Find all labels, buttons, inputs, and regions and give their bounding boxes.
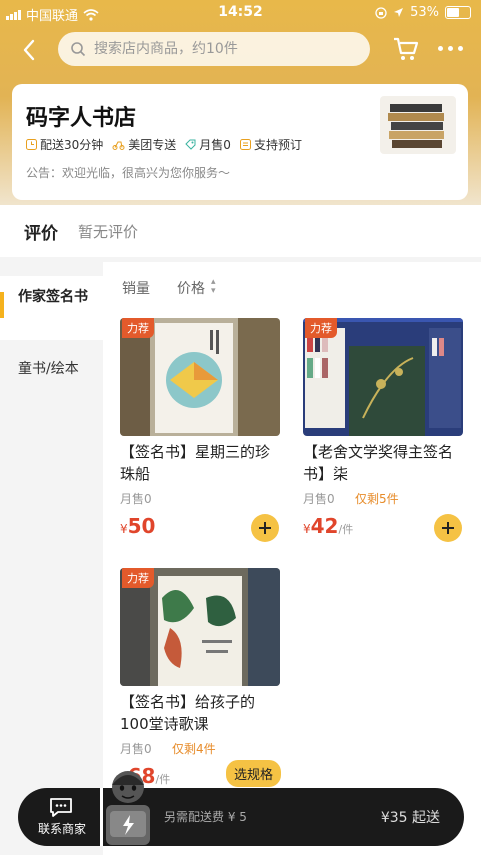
recommend-badge: 力荐 (305, 318, 337, 338)
store-tag: 月售0 (185, 136, 231, 153)
select-spec-button[interactable]: 选规格 (226, 760, 282, 787)
store-logo (380, 96, 456, 154)
contact-label: 联系商家 (37, 822, 86, 836)
store-info-card: 码字人书店 配送30分钟 美团专送 月售0 支持预订 公告：欢迎光临，很高兴为您… (12, 84, 468, 200)
product-card[interactable]: 力荐 【老舍文学奖得主签名书】柒 月售0 仅剩5件 ¥42/件 (303, 318, 463, 568)
more-menu-icon[interactable] (438, 46, 463, 51)
delivery-rider-icon (112, 141, 125, 150)
add-to-cart-button[interactable] (251, 514, 279, 542)
sort-arrows-icon: ▴ ▾ (211, 277, 216, 296)
delivery-fee: 另需配送费 ¥ 5 (164, 810, 247, 824)
search-bar[interactable] (58, 32, 370, 66)
monthly-sales: 月售0 (120, 492, 152, 506)
reviews-status: 暂无评价 (78, 223, 139, 241)
product-image: 力荐 (120, 318, 280, 436)
battery-icon (445, 6, 471, 19)
product-image: 力荐 (120, 568, 280, 686)
category-label: 童书/绘本 (18, 361, 79, 377)
recommend-badge: 力荐 (122, 318, 154, 338)
status-bar: 中国联通 14:52 53% (0, 0, 481, 26)
sort-bar: 销量 价格 ▴ ▾ (103, 272, 481, 302)
active-indicator (0, 292, 4, 318)
location-arrow-icon (394, 8, 404, 17)
store-name: 码字人书店 (26, 106, 137, 131)
store-tags: 配送30分钟 美团专送 月售0 支持预订 (26, 136, 302, 153)
back-arrow-icon[interactable] (18, 36, 42, 64)
sort-by-price[interactable]: 价格 (177, 278, 205, 298)
clock-icon (26, 139, 37, 150)
reservation-icon (239, 139, 251, 150)
product-image: 力荐 (303, 318, 463, 436)
stock-remaining: 仅剩5件 (355, 492, 399, 506)
product-name: 【签名书】星期三的珍珠船 (120, 443, 271, 483)
rotation-lock-icon (375, 6, 387, 19)
contact-merchant-button[interactable]: 联系商家 (18, 788, 98, 846)
price-tag-icon (185, 139, 196, 150)
product-card[interactable]: 力荐 【签名书】星期三的珍珠船 月售0 ¥50 (120, 318, 280, 568)
search-icon (71, 42, 86, 57)
reviews-title: 评价 (24, 224, 58, 244)
search-input[interactable] (92, 40, 356, 58)
add-to-cart-button[interactable] (434, 514, 462, 542)
stock-remaining: 仅剩4件 (172, 742, 216, 756)
category-sidebar: 作家签名书 童书/绘本 (0, 262, 103, 855)
store-header-bg: 中国联通 14:52 53% 码字人书店 (0, 0, 481, 215)
product-name: 【老舍文学奖得主签名书】柒 (303, 443, 454, 483)
product-price: ¥50 (120, 514, 156, 538)
recommend-badge: 力荐 (122, 568, 154, 588)
sort-by-sales[interactable]: 销量 (122, 278, 150, 298)
store-notice: 公告：欢迎光临，很高兴为您你服务～ (26, 166, 231, 180)
cart-icon[interactable] (392, 36, 420, 62)
category-label: 作家签名书 (18, 289, 88, 305)
store-tag: 美团专送 (112, 136, 176, 153)
category-item-picture-books[interactable]: 童书/绘本 (0, 346, 103, 390)
product-name: 【签名书】给孩子的100堂诗歌课 (120, 693, 256, 733)
store-tag: 配送30分钟 (26, 136, 103, 153)
checkout-bar: 联系商家 另需配送费 ¥ 5 ¥35 起送 (18, 788, 464, 846)
battery-percent: 53% (410, 5, 439, 20)
minimum-order: ¥35 起送 (380, 810, 440, 826)
category-item-signed-books[interactable]: 作家签名书 (0, 276, 103, 340)
reviews-section[interactable]: 评价 暂无评价 (0, 205, 481, 257)
monthly-sales: 月售0 (120, 742, 152, 756)
monthly-sales: 月售0 (303, 492, 335, 506)
mascot-cart-icon[interactable] (96, 765, 160, 853)
chat-icon (50, 798, 72, 817)
product-price: ¥42/件 (303, 514, 354, 538)
store-tag: 支持预订 (239, 136, 302, 153)
top-nav (0, 30, 481, 70)
